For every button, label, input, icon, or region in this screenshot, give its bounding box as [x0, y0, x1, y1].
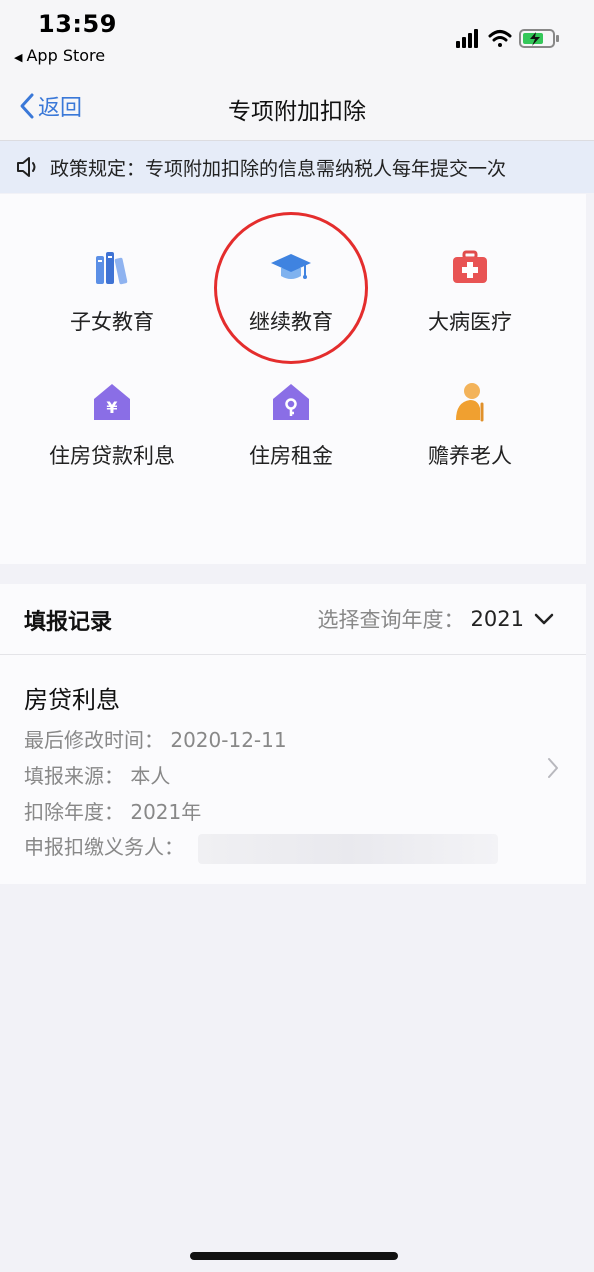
back-to-app-link[interactable]: ◀ App Store	[14, 46, 105, 65]
category-housing-loan-interest[interactable]: ¥ 住房贷款利息	[13, 380, 211, 490]
signal-icon	[456, 29, 478, 48]
medical-kit-icon	[453, 250, 487, 283]
records-header: 填报记录 选择查询年度： 2021	[0, 584, 586, 655]
navigation-bar: 返回 专项附加扣除	[0, 76, 594, 141]
house-key-icon	[273, 384, 309, 420]
highlight-circle-annotation	[214, 212, 368, 364]
records-title: 填报记录	[24, 610, 113, 635]
policy-notice-text: 政策规定：专项附加扣除的信息需纳税人每年提交一次	[50, 157, 507, 180]
record-title: 房贷利息	[24, 686, 120, 714]
category-label: 大病医疗	[428, 310, 512, 334]
category-serious-illness-medical[interactable]: 大病医疗	[371, 246, 569, 356]
category-housing-rent[interactable]: 住房租金	[192, 380, 390, 490]
wifi-icon	[488, 30, 512, 47]
back-app-label: App Store	[26, 46, 106, 65]
chevron-right-icon	[548, 758, 558, 778]
record-deduction-year: 扣除年度： 2021年	[24, 800, 202, 824]
category-label: 子女教育	[70, 310, 154, 334]
year-selector[interactable]: 选择查询年度： 2021	[318, 604, 554, 634]
chevron-down-icon	[534, 613, 554, 625]
withholding-agent-label: 申报扣缴义务人：	[24, 835, 184, 859]
status-time: 13:59	[38, 10, 117, 38]
category-children-education[interactable]: 子女教育	[13, 246, 211, 356]
battery-icon	[519, 29, 559, 48]
home-indicator[interactable]	[190, 1252, 398, 1260]
back-triangle-icon: ◀	[14, 51, 23, 64]
elderly-person-icon	[456, 383, 484, 422]
year-prompt: 选择查询年度：	[317, 608, 465, 632]
system-status-icons	[456, 29, 559, 48]
svg-text:¥: ¥	[106, 398, 117, 417]
record-source: 填报来源： 本人	[24, 764, 171, 788]
policy-notice-banner: 政策规定：专项附加扣除的信息需纳税人每年提交一次	[0, 141, 594, 193]
filing-records-section: 填报记录 选择查询年度： 2021 房贷利息 最后修改时间： 2020-12-1…	[0, 584, 586, 884]
category-label: 住房贷款利息	[49, 444, 175, 468]
category-elderly-support[interactable]: 赡养老人	[371, 380, 569, 490]
record-last-modified: 最后修改时间： 2020-12-11	[24, 728, 287, 752]
year-value: 2021	[470, 607, 524, 631]
record-list-item[interactable]: 房贷利息 最后修改时间： 2020-12-11 填报来源： 本人 扣除年度： 2…	[0, 656, 586, 884]
redacted-value	[198, 833, 498, 864]
house-yen-icon: ¥	[94, 384, 130, 420]
category-label: 住房租金	[249, 444, 333, 468]
record-withholding-agent: 申报扣缴义务人：	[24, 831, 498, 864]
speaker-icon	[17, 157, 36, 177]
page-title: 专项附加扣除	[228, 99, 366, 125]
category-label: 赡养老人	[428, 444, 512, 468]
status-bar: 13:59 ◀ App Store	[0, 0, 594, 76]
books-icon	[96, 252, 128, 285]
